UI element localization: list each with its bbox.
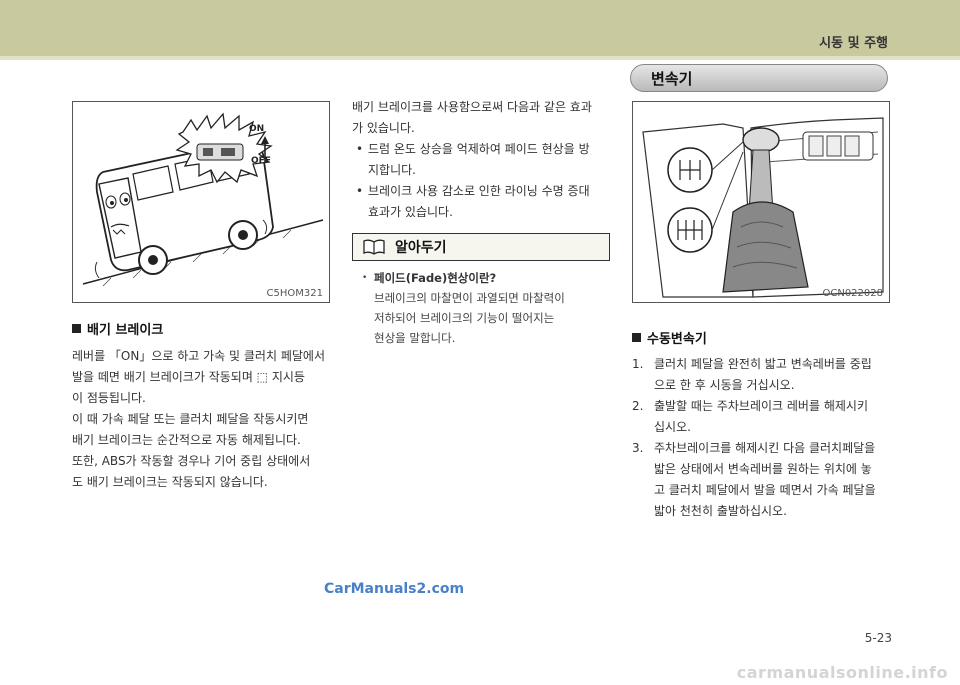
square-bullet-icon: [72, 324, 81, 333]
body-line: 이 점등됩니다.: [72, 391, 146, 405]
square-bullet-icon: [632, 333, 641, 342]
note-heading: 페이드(Fade)현상이란?: [374, 271, 497, 285]
section-title: 시동 및 주행: [819, 36, 888, 51]
note-content: • 페이드(Fade)현상이란? 브레이크의 마찰면이 과열되면 마찰력이 저하…: [362, 268, 608, 348]
step-line: 밟은 상태에서 변속레버를 원하는 위치에 놓: [654, 462, 872, 476]
step-line: 출발할 때는 주차브레이크 레버를 해제시키: [654, 399, 868, 413]
effect-bullet: • 드럼 온도 상승을 억제하여 페이드 현상을 방 지합니다.: [352, 139, 614, 181]
step-line: 클러치 페달을 완전히 밟고 변속레버를 중립: [654, 357, 872, 371]
watermark-link[interactable]: CarManuals2.com: [324, 581, 464, 597]
note-box-title: 알아두기: [352, 233, 610, 261]
gear-shift-illustration: [642, 117, 884, 298]
heading-text: 수동변속기: [647, 332, 707, 347]
note-line: 브레이크의 마찰면이 과열되면 마찰력이: [374, 291, 565, 305]
step-number: 1.: [632, 357, 644, 371]
page-number: 5-23: [864, 631, 892, 645]
intro-line: 가 있습니다.: [352, 121, 415, 135]
bullet-line: 효과가 있습니다.: [368, 205, 453, 219]
lever-off-label: OFF: [251, 156, 271, 166]
section-pill: 변속기: [630, 64, 888, 92]
body-line: 레버를 「ON」으로 하고 가속 및 클러치 페달에서: [72, 349, 325, 363]
figure-code: OCN022028: [822, 288, 883, 299]
effect-bullet: • 브레이크 사용 감소로 인한 라이닝 수명 증대 효과가 있습니다.: [352, 181, 614, 223]
body-line: 또한, ABS가 작동할 경우나 기어 중립 상태에서: [72, 454, 311, 468]
step-line: 주차브레이크를 해제시킨 다음 클러치페달을: [654, 441, 876, 455]
step-item: 3. 주차브레이크를 해제시킨 다음 클러치페달을 밟은 상태에서 변속레버를 …: [632, 438, 898, 522]
book-icon: [363, 239, 385, 255]
step-line: 고 클러치 페달에서 발을 떼면서 가속 페달을: [654, 483, 876, 497]
bullet-dot-icon: •: [362, 273, 368, 283]
lever-on-label: ON: [249, 124, 265, 134]
note-title: 알아두기: [395, 240, 447, 256]
figure-code: C5HOM321: [266, 288, 323, 299]
page-header-bar: [0, 0, 960, 56]
exhaust-brake-effects: 배기 브레이크를 사용함으로써 다음과 같은 효과 가 있습니다. • 드럼 온…: [352, 97, 614, 223]
step-number: 2.: [632, 399, 644, 413]
bullet-dot-icon: •: [356, 142, 364, 156]
step-line: 십시오.: [654, 420, 691, 434]
bullet-line: 드럼 온도 상승을 억제하여 페이드 현상을 방: [368, 142, 590, 156]
step-number: 3.: [632, 441, 644, 455]
gear-shift-figure: OCN022028: [632, 101, 890, 303]
header-divider: [0, 56, 960, 60]
exhaust-brake-heading: 배기 브레이크: [72, 319, 163, 338]
heading-text: 배기 브레이크: [87, 323, 164, 338]
step-line: 으로 한 후 시동을 거십시오.: [654, 378, 795, 392]
bullet-line: 브레이크 사용 감소로 인한 라이닝 수명 증대: [368, 184, 590, 198]
step-item: 1. 클러치 페달을 완전히 밟고 변속레버를 중립 으로 한 후 시동을 거십…: [632, 354, 898, 396]
step-line: 밟아 천천히 출발하십시오.: [654, 504, 787, 518]
step-item: 2. 출발할 때는 주차브레이크 레버를 해제시키 십시오.: [632, 396, 898, 438]
section-pill-label: 변속기: [651, 69, 693, 88]
site-watermark: carmanualsonline.info: [736, 663, 948, 682]
note-line: 저하되어 브레이크의 기능이 떨어지는: [374, 311, 555, 325]
note-line: 현상을 말합니다.: [374, 331, 456, 345]
bullet-line: 지합니다.: [368, 163, 416, 177]
bus-illustration: [82, 112, 324, 287]
body-line: 도 배기 브레이크는 작동되지 않습니다.: [72, 475, 268, 489]
exhaust-brake-body: 레버를 「ON」으로 하고 가속 및 클러치 페달에서 발을 떼면 배기 브레이…: [72, 346, 340, 493]
body-line: 이 때 가속 페달 또는 클러치 페달을 작동시키면: [72, 412, 309, 426]
intro-line: 배기 브레이크를 사용함으로써 다음과 같은 효과: [352, 100, 592, 114]
manual-transmission-heading: 수동변속기: [632, 328, 707, 347]
bullet-dot-icon: •: [356, 184, 364, 198]
manual-transmission-steps: 1. 클러치 페달을 완전히 밟고 변속레버를 중립 으로 한 후 시동을 거십…: [632, 354, 898, 522]
body-line: 배기 브레이크는 순간적으로 자동 해제됩니다.: [72, 433, 301, 447]
body-line: 발을 떼면 배기 브레이크가 작동되며 ⬚ 지시등: [72, 370, 305, 384]
exhaust-brake-figure: ON OFF C5HOM321: [72, 101, 330, 303]
